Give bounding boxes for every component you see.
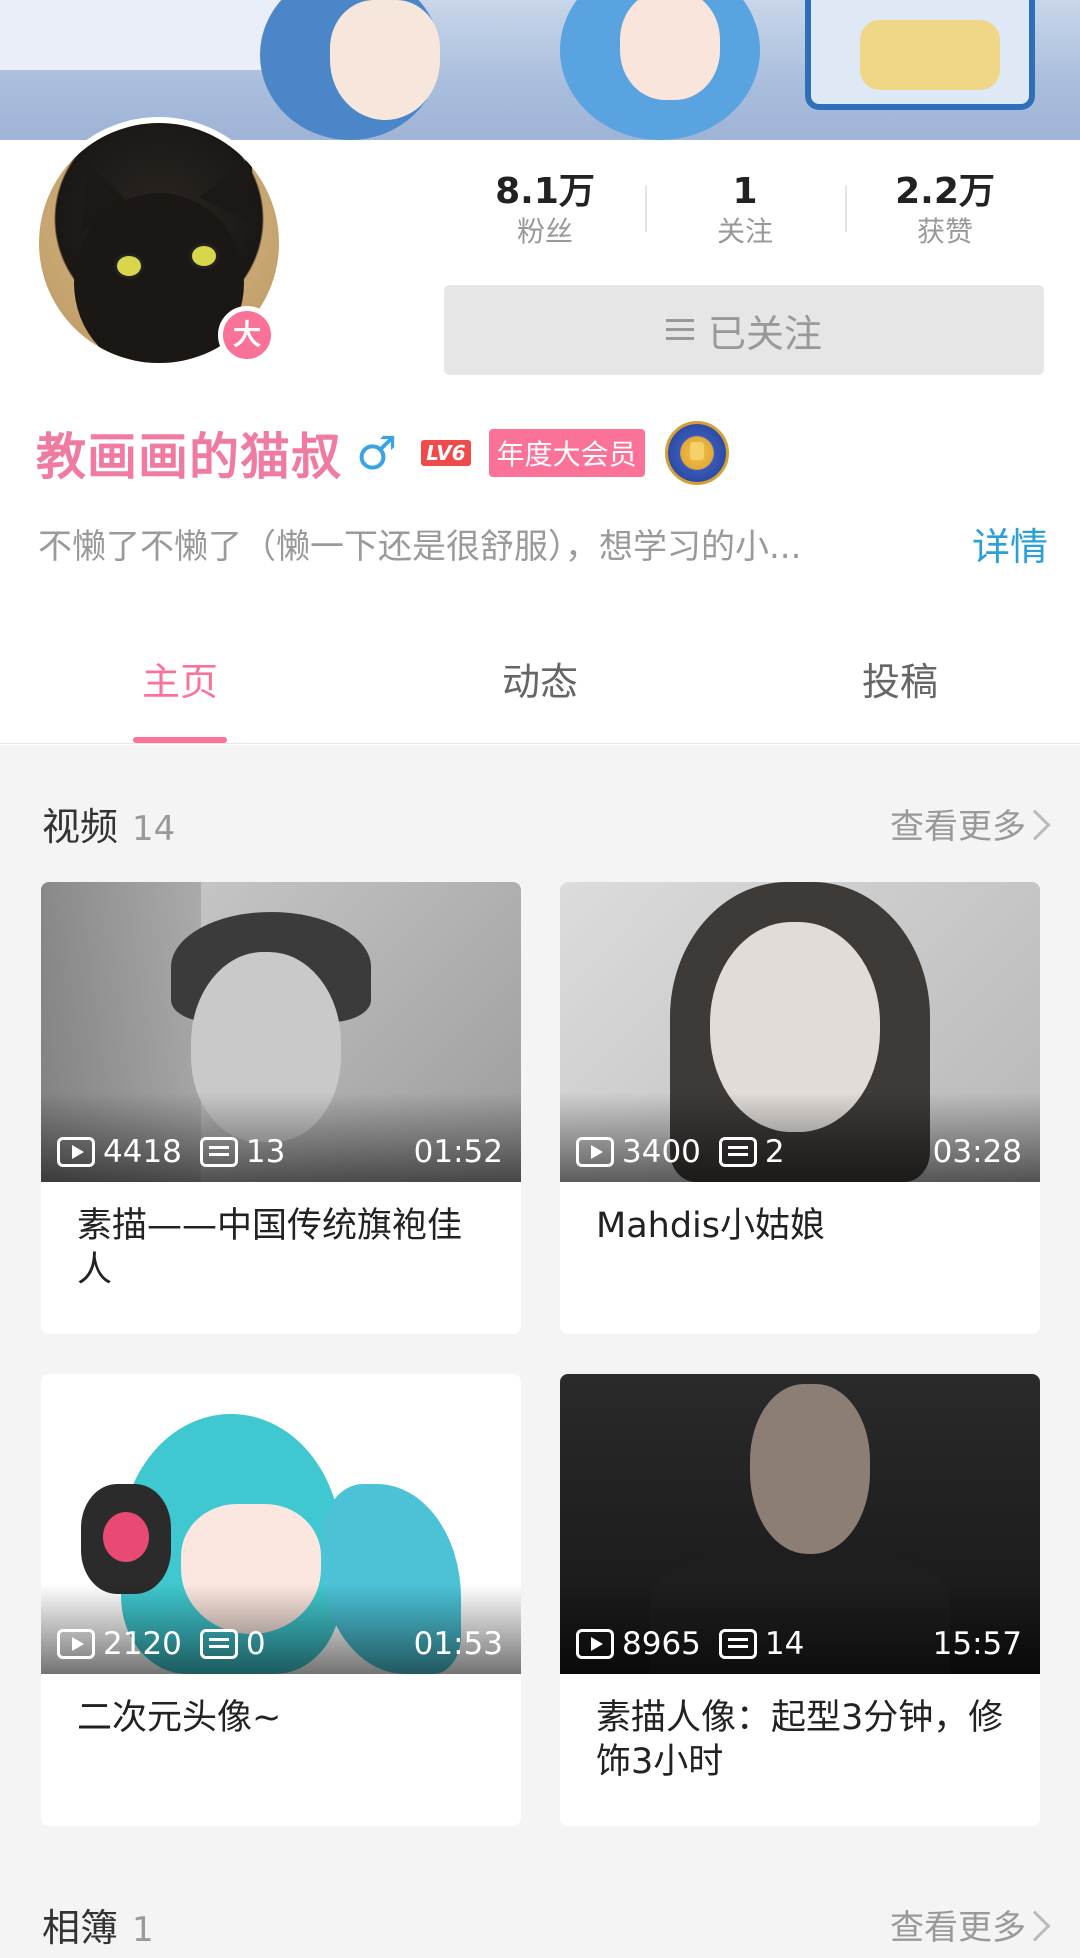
danmaku-icon xyxy=(718,1629,757,1659)
danmaku-icon xyxy=(718,1137,757,1167)
play-count: 3400 xyxy=(622,1134,701,1170)
level-badge: LV6 xyxy=(421,440,471,466)
album-section-header: 相簿 1 查看更多 xyxy=(0,1898,1080,1958)
play-count-icon xyxy=(576,1137,614,1167)
stat-following-label: 关注 xyxy=(716,215,773,248)
danmaku-count: 0 xyxy=(245,1626,266,1662)
videos-section-title: 视频 14 xyxy=(42,797,175,859)
big-member-badge: 大 xyxy=(218,306,276,364)
album-see-more[interactable]: 查看更多 xyxy=(890,1898,1026,1958)
followed-button-label: 已关注 xyxy=(707,311,822,356)
danmaku-icon xyxy=(199,1137,238,1167)
male-icon: ♂ xyxy=(356,426,398,480)
videos-count: 14 xyxy=(132,809,176,849)
stat-fans-label: 粉丝 xyxy=(516,215,573,248)
danmaku-count: 14 xyxy=(764,1626,805,1662)
name-row: 教画画的猫叔 ♂ LV6 年度大会员 xyxy=(36,418,729,488)
video-title[interactable]: 二次元头像~ xyxy=(41,1674,521,1740)
video-thumbnail[interactable]: 4418 13 01:52 xyxy=(41,882,521,1182)
videos-see-more[interactable]: 查看更多 xyxy=(890,797,1026,857)
video-thumbnail[interactable]: 3400 2 03:28 xyxy=(560,882,1040,1182)
album-title: 相簿 xyxy=(42,1906,119,1950)
play-count: 2120 xyxy=(103,1626,182,1662)
profile-tabs: 主页 动态 投稿 xyxy=(0,620,1080,744)
play-count-icon xyxy=(57,1137,95,1167)
video-thumbnail[interactable]: 2120 0 01:53 xyxy=(41,1374,521,1674)
username: 教画画的猫叔 xyxy=(36,428,342,486)
tab-dynamics[interactable]: 动态 xyxy=(360,620,720,743)
tab-submissions[interactable]: 投稿 xyxy=(720,620,1080,743)
video-thumbnail[interactable]: 8965 14 15:57 xyxy=(560,1374,1040,1674)
video-duration: 03:28 xyxy=(932,1134,1022,1170)
stat-likes-value: 2.2万 xyxy=(895,171,995,212)
play-count-icon xyxy=(576,1629,614,1659)
tab-home[interactable]: 主页 xyxy=(0,620,360,743)
video-card[interactable]: 2120 0 01:53 二次元头像~ xyxy=(41,1374,521,1826)
bio-text: 不懒了不懒了（懒一下还是很舒服），想学习的小... xyxy=(38,526,802,567)
danmaku-icon xyxy=(199,1629,238,1659)
video-card[interactable]: 8965 14 15:57 素描人像：起型3分钟，修饰3小时 xyxy=(560,1374,1040,1826)
album-count: 1 xyxy=(132,1910,154,1950)
danmaku-count: 13 xyxy=(245,1134,286,1170)
video-duration: 01:53 xyxy=(413,1626,503,1662)
album-section-title: 相簿 1 xyxy=(42,1898,154,1958)
play-count-icon xyxy=(57,1629,95,1659)
video-title[interactable]: Mahdis小姑娘 xyxy=(560,1182,1040,1248)
stat-following-value: 1 xyxy=(732,171,758,212)
video-title[interactable]: 素描人像：起型3分钟，修饰3小时 xyxy=(560,1674,1040,1784)
stat-likes-label: 获赞 xyxy=(916,215,973,248)
play-count: 4418 xyxy=(103,1134,182,1170)
bio-row: 不懒了不懒了（懒一下还是很舒服），想学习的小... 详情 xyxy=(38,516,1048,571)
stat-following[interactable]: 1 关注 xyxy=(645,170,845,250)
video-duration: 15:57 xyxy=(932,1626,1022,1662)
play-count: 8965 xyxy=(622,1626,701,1662)
stat-fans[interactable]: 8.1万 粉丝 xyxy=(445,170,645,250)
followed-button[interactable]: 已关注 xyxy=(444,285,1044,375)
video-duration: 01:52 xyxy=(413,1134,503,1170)
video-card[interactable]: 4418 13 01:52 素描——中国传统旗袍佳人 xyxy=(41,882,521,1334)
danmaku-count: 2 xyxy=(764,1134,785,1170)
video-card[interactable]: 3400 2 03:28 Mahdis小姑娘 xyxy=(560,882,1040,1334)
menu-icon xyxy=(665,319,694,341)
videos-title: 视频 xyxy=(42,805,119,849)
medal-icon[interactable] xyxy=(664,421,729,485)
stat-likes[interactable]: 2.2万 获赞 xyxy=(845,170,1045,250)
stat-fans-value: 8.1万 xyxy=(495,171,595,212)
video-title[interactable]: 素描——中国传统旗袍佳人 xyxy=(41,1182,521,1292)
vip-badge[interactable]: 年度大会员 xyxy=(488,429,645,477)
profile-header: 大 8.1万 粉丝 1 关注 2.2万 获赞 已关注 教画画的猫叔 ♂ LV6 … xyxy=(0,117,1080,745)
profile-stats: 8.1万 粉丝 1 关注 2.2万 获赞 xyxy=(445,170,1045,250)
detail-link[interactable]: 详情 xyxy=(972,516,1048,571)
videos-section-header: 视频 14 查看更多 xyxy=(0,797,1080,857)
